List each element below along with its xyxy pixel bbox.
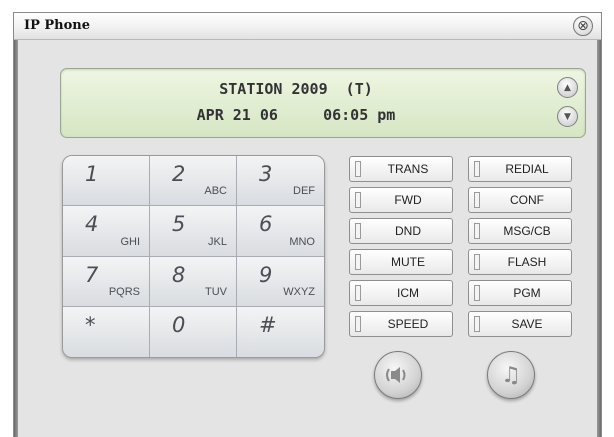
mute-button[interactable]: MUTE [349,249,453,275]
led-indicator [355,192,361,208]
music-note-icon: ♫ [501,362,521,388]
msg-cb-button[interactable]: MSG/CB [468,218,572,244]
scroll-up-icon[interactable]: ▲ [557,77,578,98]
speaker-button[interactable] [374,351,422,399]
window-title: IP Phone [24,18,91,33]
key-digit: 6 [259,212,273,237]
dial-keypad: 1 2 ABC 3 DEF 4 GHI 5 JKL 6 MNO 7 PQRS 8 TUV 9W… [62,155,325,358]
key-2[interactable]: 2 ABC [150,156,237,207]
key-digit: # [259,312,277,337]
key-digit: 1 [85,162,99,186]
led-indicator [474,161,480,177]
key-digit: 0 [172,312,186,337]
redial-button[interactable]: REDIAL [468,156,572,182]
key-3[interactable]: 3 DEF [237,156,324,207]
key-letters: DEF [293,185,315,198]
led-indicator [355,285,361,301]
led-indicator [355,254,361,270]
led-indicator [474,285,480,301]
function-label: MUTE [391,255,425,269]
function-label: FWD [394,193,422,207]
key-5[interactable]: 5 JKL [150,206,237,257]
led-indicator [474,316,480,332]
key-digit: * [85,312,96,337]
key-9[interactable]: 9 WXYZ [237,256,324,307]
key-hash[interactable]: # [237,306,324,357]
key-digit: 7 [85,262,99,287]
function-label: SPEED [387,317,429,331]
key-star[interactable]: * [63,306,150,357]
lcd-line-station: STATION 2009 (T) [219,80,373,98]
function-label: CONF [510,193,544,207]
function-label: MSG/CB [503,224,551,238]
dnd-button[interactable]: DND [349,218,453,244]
ip-phone-window: IP Phone ⊗ STATION 2009 (T) APR 21 06 06… [13,12,602,437]
lcd-display: STATION 2009 (T) APR 21 06 06:05 pm ▲ ▼ [60,68,586,138]
trans-button[interactable]: TRANS [349,156,453,182]
key-letters: ABC [204,185,227,198]
key-8[interactable]: 8 TUV [150,256,237,307]
music-hold-button[interactable]: ♫ [487,351,535,399]
lcd-line-datetime: APR 21 06 06:05 pm [196,106,396,124]
function-label: REDIAL [505,162,549,176]
function-label: TRANS [387,162,429,176]
key-digit: 2 [172,162,186,186]
led-indicator [474,192,480,208]
key-0[interactable]: 0 [150,306,237,357]
key-7[interactable]: 7 PQRS [63,256,150,307]
icm-button[interactable]: ICM [349,280,453,306]
key-1[interactable]: 1 [63,156,150,207]
pgm-button[interactable]: PGM [468,280,572,306]
led-indicator [355,223,361,239]
close-icon[interactable]: ⊗ [573,16,593,36]
function-label: DND [395,224,421,238]
flash-button[interactable]: FLASH [468,249,572,275]
fwd-button[interactable]: FWD [349,187,453,213]
function-label: ICM [397,286,419,300]
save-button[interactable]: SAVE [468,311,572,337]
title-bar[interactable]: IP Phone ⊗ [14,13,601,40]
scroll-down-icon[interactable]: ▼ [557,106,578,127]
function-label: SAVE [511,317,543,331]
key-digit: 3 [259,162,273,186]
function-label: FLASH [507,255,547,269]
speaker-icon [385,364,411,386]
led-indicator [474,254,480,270]
led-indicator [355,316,361,332]
key-6[interactable]: 6 MNO [237,206,324,257]
key-digit: 4 [85,212,99,237]
key-4[interactable]: 4 GHI [63,206,150,257]
key-letters: TUV [205,285,227,298]
key-digit: 5 [172,212,186,237]
key-letters: PQRS [108,285,140,298]
key-letters: GHI [120,235,140,248]
key-letters: JKL [208,235,227,248]
key-letters: MNO [289,235,315,248]
key-letters: WXYZ [283,285,315,298]
window-left-border [14,40,18,437]
conf-button[interactable]: CONF [468,187,572,213]
speed-button[interactable]: SPEED [349,311,453,337]
led-indicator [355,161,361,177]
key-digit: 9 [259,262,273,287]
window-right-border [597,40,601,437]
led-indicator [474,223,480,239]
function-label: PGM [513,286,541,300]
key-digit: 8 [172,262,186,287]
